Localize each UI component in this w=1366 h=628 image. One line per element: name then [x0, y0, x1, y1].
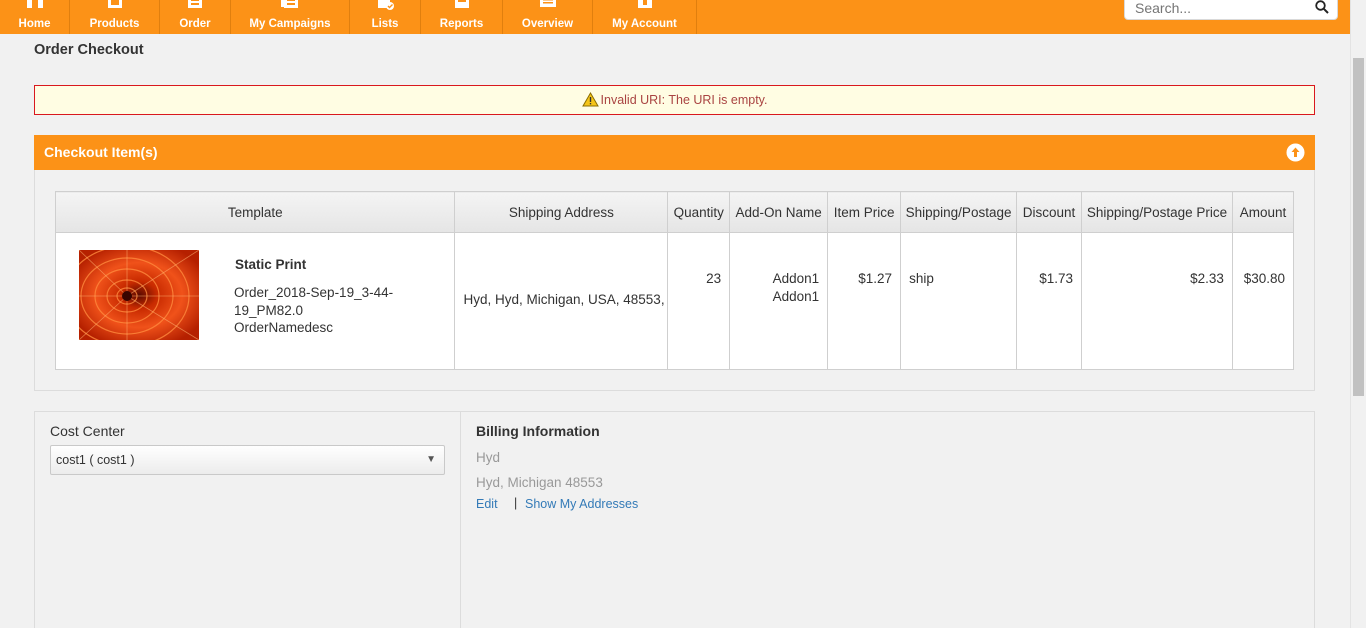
nav-overview[interactable]: Overview: [503, 0, 593, 34]
cost-center-select[interactable]: cost1 ( cost1 ) ▼: [50, 445, 445, 475]
scrollbar-thumb[interactable]: [1353, 58, 1364, 396]
show-my-addresses-link[interactable]: Show My Addresses: [525, 497, 638, 511]
nav-products-label: Products: [89, 18, 140, 30]
billing-city-line: Hyd, Michigan 48553: [476, 475, 603, 490]
col-shipping-address: Shipping Address: [454, 191, 669, 233]
page-scrollbar[interactable]: [1350, 0, 1366, 628]
nav-reports-label: Reports: [439, 18, 484, 30]
shipping-address-cell: Hyd, Hyd, Michigan, USA, 48553,: [454, 232, 669, 370]
checkout-items-title: Checkout Item(s): [44, 144, 158, 160]
col-quantity: Quantity: [667, 191, 731, 233]
cost-center-panel: Cost Center cost1 ( cost1 ) ▼: [34, 411, 461, 628]
addon-name-cell: Addon1 Addon1: [729, 232, 829, 370]
nav-home-label: Home: [18, 18, 51, 30]
order-icon: [188, 0, 202, 8]
col-addon-name: Add-On Name: [729, 191, 829, 233]
page-title: Order Checkout: [34, 42, 144, 58]
col-shipping-postage-price: Shipping/Postage Price: [1081, 191, 1233, 233]
collapse-up-icon[interactable]: [1286, 143, 1305, 162]
nav-my-campaigns-label: My Campaigns: [249, 18, 331, 30]
shipping-postage-price-cell: $2.33: [1081, 232, 1233, 370]
billing-name: Hyd: [476, 450, 501, 465]
chevron-down-icon: ▼: [426, 454, 436, 465]
template-name: Static Print: [235, 257, 307, 272]
addon-name: Addon1: [772, 271, 820, 286]
home-icon: [26, 0, 43, 8]
search-icon[interactable]: [1315, 0, 1329, 14]
billing-panel: Billing Information Hyd Hyd, Michigan 48…: [460, 411, 1315, 628]
col-shipping-postage: Shipping/Postage: [900, 191, 1018, 233]
checkout-items-table: Template Shipping Address Quantity Add-O…: [54, 191, 1295, 370]
checkout-items-header: Checkout Item(s): [34, 135, 1315, 170]
item-price-cell: $1.27: [827, 232, 902, 370]
order-name: Order_2018-Sep-19_3-44-19_PM82.0: [234, 285, 394, 318]
warning-icon: [581, 92, 599, 107]
col-amount: Amount: [1231, 191, 1295, 233]
nav-lists[interactable]: Lists: [350, 0, 421, 34]
cost-center-label: Cost Center: [50, 423, 125, 439]
addon-name: Addon1: [772, 289, 820, 304]
overview-icon: [539, 0, 556, 7]
top-nav: Home Products Order My Campaigns Lists R…: [0, 0, 1350, 34]
nav-order-label: Order: [179, 18, 211, 30]
search-input[interactable]: [1135, 0, 1305, 18]
billing-label: Billing Information: [476, 423, 600, 439]
quantity-cell: 23: [667, 232, 731, 370]
link-separator: |: [514, 496, 518, 510]
col-item-price: Item Price: [827, 191, 902, 233]
nav-lists-label: Lists: [371, 18, 399, 30]
nav-my-campaigns[interactable]: My Campaigns: [231, 0, 350, 34]
reports-icon: [454, 0, 469, 8]
col-discount: Discount: [1016, 191, 1083, 233]
search-box: [1124, 0, 1338, 20]
nav-home[interactable]: Home: [0, 0, 70, 34]
nav-order[interactable]: Order: [160, 0, 231, 34]
edit-billing-link[interactable]: Edit: [476, 497, 498, 511]
amount-cell: $30.80: [1231, 232, 1295, 370]
table-row: Static Print Order_2018-Sep-19_3-44-19_P…: [54, 232, 1295, 370]
discount-cell: $1.73: [1016, 232, 1083, 370]
template-cell: Static Print Order_2018-Sep-19_3-44-19_P…: [54, 232, 456, 370]
nav-reports[interactable]: Reports: [421, 0, 503, 34]
shipping-postage-cell: ship: [900, 232, 1018, 370]
cost-center-selected-value: cost1 ( cost1 ): [56, 453, 135, 467]
col-template: Template: [54, 191, 456, 233]
nav-my-account[interactable]: My Account: [593, 0, 697, 34]
account-icon: [637, 0, 652, 8]
alert-message: Invalid URI: The URI is empty.: [600, 93, 768, 107]
nav-products[interactable]: Products: [70, 0, 160, 34]
nav-my-account-label: My Account: [612, 18, 677, 30]
products-icon: [107, 0, 122, 8]
template-thumbnail[interactable]: [79, 250, 199, 340]
table-header-row: Template Shipping Address Quantity Add-O…: [54, 191, 1295, 233]
error-alert: Invalid URI: The URI is empty.: [34, 85, 1315, 115]
lists-icon: [378, 0, 394, 10]
campaigns-icon: [281, 0, 298, 8]
order-description: OrderNamedesc: [234, 320, 334, 335]
nav-overview-label: Overview: [521, 18, 574, 30]
